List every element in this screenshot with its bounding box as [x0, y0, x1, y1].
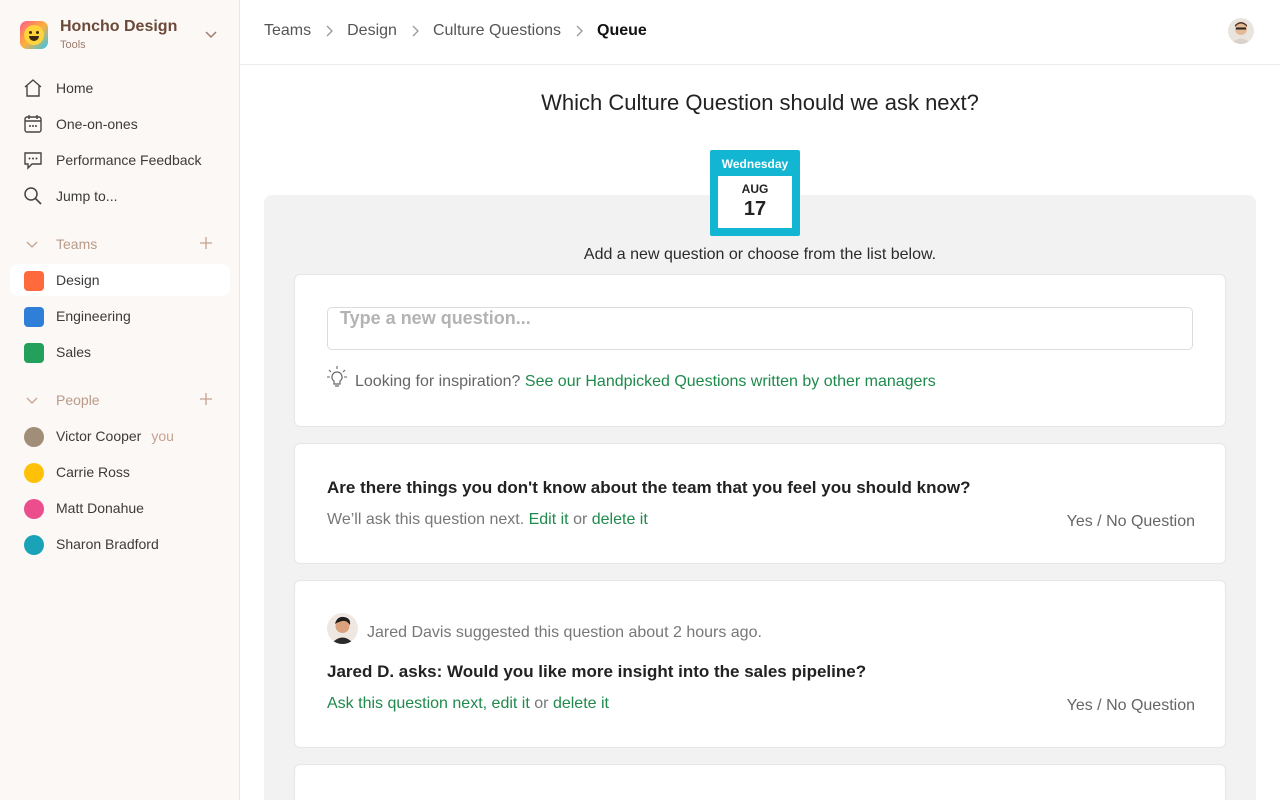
chevron-right-icon [412, 25, 419, 37]
person-avatar-dot [24, 463, 44, 483]
ask-next-link[interactable]: Ask this question next, [327, 695, 487, 712]
home-icon [24, 79, 42, 97]
person-item-matt-donahue[interactable]: Matt Donahue [10, 492, 230, 524]
chat-bubble-icon [24, 152, 42, 170]
person-label-row: Victor Cooper you [56, 428, 174, 444]
question-title: Jared D. asks: Would you like more insig… [327, 662, 867, 681]
suggester-avatar [327, 613, 358, 644]
person-avatar-dot [24, 499, 44, 519]
question-meta: We’ll ask this question next. Edit it or… [327, 511, 648, 529]
team-color-swatch [24, 271, 44, 291]
person-avatar-dot [24, 427, 44, 447]
workspace-name: Honcho Design [60, 18, 178, 35]
workspace-switcher[interactable]: Honcho Design Tools [20, 18, 225, 54]
inspiration-row: Looking for inspiration? See our Handpic… [355, 373, 936, 391]
calendar-weekday: Wednesday [721, 157, 789, 171]
search-icon [24, 187, 42, 205]
nav-jump-to-label: Jump to... [56, 188, 118, 204]
user-avatar-image [1231, 22, 1251, 44]
calendar-date-badge: Wednesday AUG 17 [710, 150, 800, 236]
chevron-down-icon[interactable] [26, 238, 38, 250]
edit-question-link[interactable]: Edit it [529, 511, 569, 528]
lightbulb-icon [327, 366, 347, 387]
team-label: Sales [56, 344, 92, 360]
suggestion-attribution: Jared Davis suggested this question abou… [367, 624, 762, 641]
person-item-victor-cooper[interactable]: Victor Cooper you [10, 420, 230, 452]
chevron-right-icon [326, 25, 334, 37]
question-type: Yes / No Question [1066, 513, 1195, 530]
or-text: or [573, 511, 588, 528]
user-avatar[interactable] [1228, 18, 1254, 44]
workspace-subtitle: Tools [60, 39, 86, 51]
question-title: Are there things you don't know about th… [327, 478, 971, 497]
question-actions: Ask this question next, edit it or delet… [327, 695, 609, 713]
chevron-right-icon [576, 25, 583, 37]
person-name: Carrie Ross [56, 464, 130, 480]
new-question-input[interactable] [327, 307, 1193, 350]
question-card: Are there things you don't know about th… [294, 443, 1226, 564]
nav-home-label: Home [56, 80, 94, 96]
breadcrumb-teams[interactable]: Teams [264, 22, 311, 40]
calendar-body: AUG 17 [718, 176, 792, 228]
people-section-label: People [56, 392, 100, 408]
nav-home[interactable]: Home [10, 72, 230, 104]
team-item-sales[interactable]: Sales [10, 336, 230, 368]
nav-performance-feedback-label: Performance Feedback [56, 152, 202, 168]
new-question-card: Looking for inspiration? See our Handpic… [294, 274, 1226, 427]
or-text: or [534, 695, 549, 712]
team-color-swatch [24, 343, 44, 363]
person-name: Sharon Bradford [56, 536, 159, 552]
breadcrumb: Teams Design Culture Questions Queue [264, 22, 647, 40]
teams-section-header[interactable]: Teams [10, 232, 230, 256]
people-section-header[interactable]: People [10, 388, 230, 412]
add-team-icon[interactable] [200, 237, 212, 249]
page-title: Which Culture Question should we ask nex… [541, 90, 979, 115]
teams-section-label: Teams [56, 236, 98, 252]
team-color-swatch [24, 307, 44, 327]
handpicked-questions-link[interactable]: See our Handpicked Questions written by … [525, 373, 936, 390]
you-tag: you [151, 428, 174, 444]
person-name: Victor Cooper [56, 428, 142, 444]
question-card-partial [294, 764, 1226, 800]
team-item-design[interactable]: Design [10, 264, 230, 296]
chevron-down-icon[interactable] [26, 394, 38, 406]
nav-one-on-ones[interactable]: One-on-ones [10, 108, 230, 140]
suggester-avatar-image [331, 616, 354, 644]
breadcrumb-design[interactable]: Design [347, 22, 397, 40]
breadcrumb-culture-questions[interactable]: Culture Questions [433, 22, 561, 40]
instruction-text: Add a new question or choose from the li… [583, 246, 937, 263]
person-item-carrie-ross[interactable]: Carrie Ross [10, 456, 230, 488]
team-label: Engineering [56, 308, 131, 324]
workspace-logo [20, 21, 48, 49]
delete-question-link[interactable]: delete it [553, 695, 609, 712]
breadcrumb-queue: Queue [597, 22, 647, 39]
nav-one-on-ones-label: One-on-ones [56, 116, 138, 132]
calendar-day: 17 [743, 198, 767, 220]
edit-question-link[interactable]: edit it [492, 695, 530, 712]
person-name: Matt Donahue [56, 500, 144, 516]
sidebar: Honcho Design Tools Home One-on-ones Per… [0, 0, 240, 800]
calendar-icon [24, 115, 42, 133]
person-item-sharon-bradford[interactable]: Sharon Bradford [10, 528, 230, 560]
nav-performance-feedback[interactable]: Performance Feedback [10, 144, 230, 176]
suggested-question-card: Jared Davis suggested this question abou… [294, 580, 1226, 748]
team-item-engineering[interactable]: Engineering [10, 300, 230, 332]
top-bar: Teams Design Culture Questions Queue [240, 0, 1280, 65]
inspiration-text: Looking for inspiration? [355, 373, 521, 390]
team-label: Design [56, 272, 100, 288]
nav-jump-to[interactable]: Jump to... [10, 180, 230, 212]
person-avatar-dot [24, 535, 44, 555]
calendar-month: AUG [741, 182, 769, 196]
chevron-down-icon[interactable] [205, 28, 217, 40]
queued-status-text: We’ll ask this question next. [327, 511, 525, 528]
question-type: Yes / No Question [1066, 697, 1195, 714]
delete-question-link[interactable]: delete it [592, 511, 648, 528]
add-person-icon[interactable] [200, 393, 212, 405]
